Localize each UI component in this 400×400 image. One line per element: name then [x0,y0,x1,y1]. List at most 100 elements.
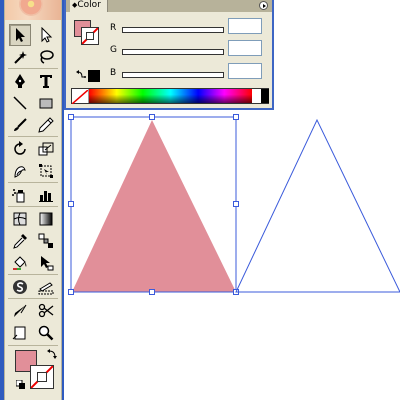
app-logo [5,0,61,20]
live-paint-selection-tool-button[interactable] [35,252,57,274]
direct-selection-arrow-icon [41,27,53,43]
rectangle-icon [39,98,53,109]
tools-panel [0,0,64,400]
live-paint-selection-icon [41,256,54,271]
symbol-sprayer-tool-button[interactable] [9,184,31,206]
zoom-magnifier-icon [38,325,54,341]
green-channel-input[interactable] [228,40,262,56]
color-spectrum-bar[interactable] [71,88,269,105]
pen-tool-button[interactable] [9,70,31,92]
selection-tool-button[interactable] [9,24,31,46]
selection-handle[interactable] [233,201,239,207]
lasso-tool-button[interactable] [35,46,57,68]
free-transform-tool-button[interactable] [35,160,57,182]
type-tool-button[interactable] [35,70,57,92]
separator [8,298,58,299]
scissors-tool-button[interactable] [35,300,57,322]
selection-handle[interactable] [233,114,239,120]
blue-channel-label: B [110,68,117,78]
stroke-swatch[interactable] [30,365,54,389]
panel-menu-icon[interactable] [259,1,268,10]
selection-handle[interactable] [68,289,74,295]
warp-tool-button[interactable] [9,160,31,182]
page-tool-button[interactable] [9,322,31,344]
color-panel-stroke-swatch[interactable] [81,27,99,45]
column-graph-tool-button[interactable] [35,184,57,206]
tab-color[interactable]: ◆Color [70,0,108,12]
separator [8,182,58,183]
selection-handle[interactable] [149,114,155,120]
live-paint-bucket-tool-button[interactable] [9,252,31,274]
gradient-tool-button[interactable] [35,208,57,230]
rectangle-tool-button[interactable] [35,92,57,114]
symbol-s-icon [13,280,27,294]
red-channel-input[interactable] [228,18,262,34]
red-channel-label: R [110,23,117,33]
selection-handle[interactable] [68,201,74,207]
line-segment-icon [13,96,27,110]
selection-handle[interactable] [68,114,74,120]
blue-channel-input[interactable] [228,63,262,79]
slice-knife-icon [38,282,54,295]
symbol-tool-button[interactable] [9,276,31,298]
pencil-tool-button[interactable] [35,114,57,136]
eyedropper-icon [13,234,27,249]
rotate-icon [14,141,26,155]
last-color-arrow-icon [76,70,86,78]
default-fill-stroke-icon[interactable] [16,380,26,390]
blue-channel-slider[interactable] [122,72,224,78]
scale-tool-button[interactable] [35,138,57,160]
scissors-icon [38,303,54,318]
none-color-chip[interactable] [71,89,89,105]
gradient-icon [39,212,53,226]
color-spectrum[interactable] [89,89,252,103]
column-graph-icon [39,191,53,202]
color-panel: ◆Color R G B [64,0,274,110]
green-channel-label: G [110,45,117,55]
rotate-tool-button[interactable] [9,138,31,160]
slice-tool-button[interactable] [35,276,57,298]
blend-icon [38,233,53,248]
paintbrush-icon [14,118,27,131]
pen-nib-icon [15,74,25,88]
red-channel-slider[interactable] [122,27,224,33]
page-icon [12,326,26,340]
selection-handle[interactable] [149,289,155,295]
artwork [68,114,400,295]
zoom-tool-button[interactable] [35,322,57,344]
lasso-icon [40,50,54,64]
black-color-chip[interactable] [261,89,269,103]
separator [8,68,58,69]
paintbrush-tool-button[interactable] [9,114,31,136]
scale-icon [38,142,54,156]
last-color-chip [88,70,100,82]
magic-wand-icon [14,51,27,64]
none-slash-icon [71,89,89,105]
green-channel-slider[interactable] [122,49,224,55]
mesh-icon [13,212,27,226]
line-segment-tool-button[interactable] [9,92,31,114]
blue-channel-row: B [108,63,268,85]
pencil-icon [38,117,54,133]
red-channel-row: R [108,18,268,40]
tools-panel-body [4,0,62,400]
mesh-tool-button[interactable] [9,208,31,230]
swap-fill-stroke-icon[interactable] [47,349,57,359]
outline-triangle[interactable] [235,118,400,293]
separator [8,345,58,346]
white-color-chip[interactable] [253,89,261,103]
selected-filled-triangle[interactable] [72,120,236,292]
direct-selection-tool-button[interactable] [35,24,57,46]
symbol-sprayer-icon [12,189,25,203]
free-transform-icon [39,164,53,178]
eyedropper-tool-button[interactable] [9,230,31,252]
tab-color-label: Color [77,0,101,10]
live-paint-bucket-icon [13,256,27,270]
blend-tool-button[interactable] [35,230,57,252]
knife-tool-button[interactable] [9,300,31,322]
artboard-canvas[interactable] [64,110,400,400]
magic-wand-tool-button[interactable] [9,46,31,68]
green-channel-row: G [108,40,268,62]
separator [8,206,58,207]
warp-finger-icon [14,166,26,178]
